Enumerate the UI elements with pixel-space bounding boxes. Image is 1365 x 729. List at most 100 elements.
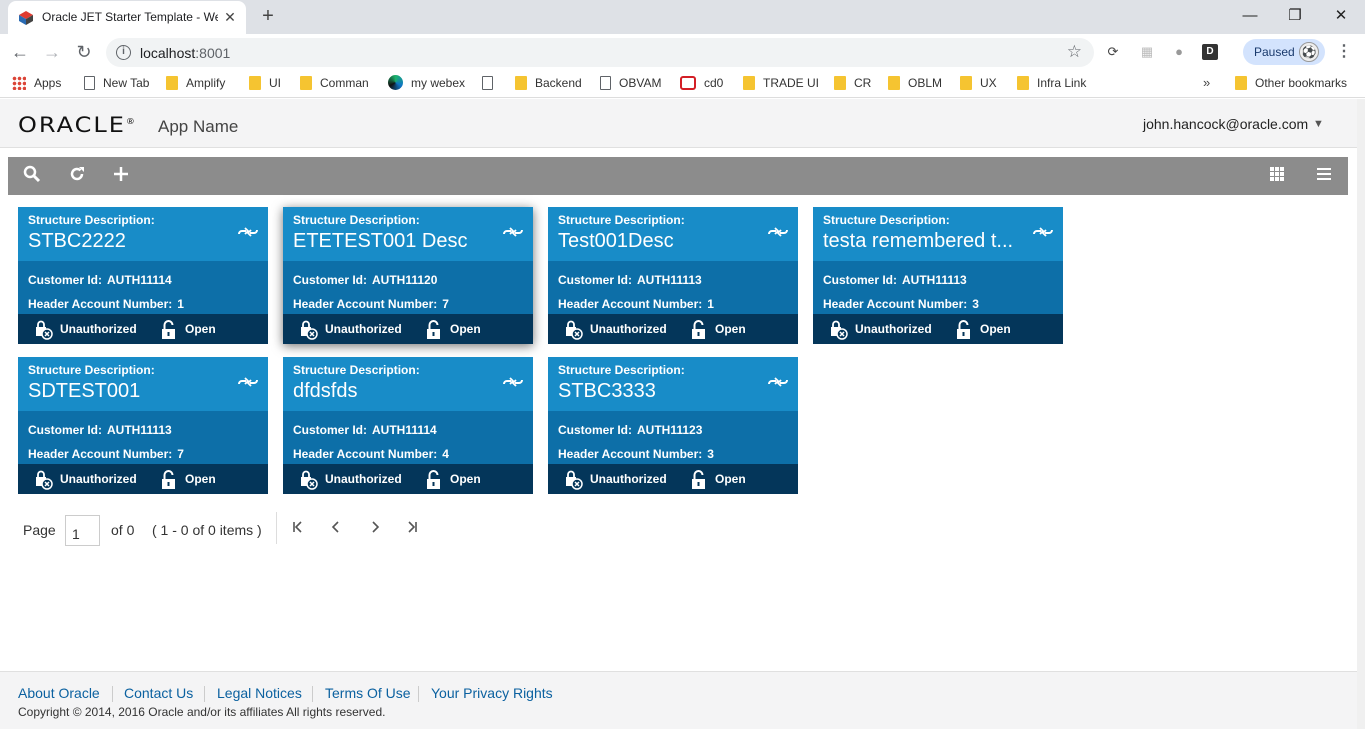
bookmark-item[interactable]: my webex [388, 75, 465, 93]
forward-button[interactable]: → [41, 42, 63, 62]
unlock-icon [955, 320, 975, 340]
browser-tab[interactable]: Oracle JET Starter Template - Web ✕ [8, 1, 246, 34]
structure-card[interactable]: Structure Description: STBC3333 Customer I… [548, 357, 798, 494]
bookmark-label: my webex [411, 75, 466, 90]
bookmark-item[interactable]: Infra Link [1017, 75, 1086, 93]
link-icon[interactable] [236, 375, 260, 389]
link-icon[interactable] [501, 225, 525, 239]
prev-page-icon[interactable] [328, 520, 344, 538]
structure-card[interactable]: Structure Description: SDTEST001 Customer … [18, 357, 268, 494]
browser-menu-icon[interactable]: ⋮ [1336, 42, 1352, 62]
card-label: Structure Description: [293, 363, 420, 377]
list-view-icon[interactable] [1313, 165, 1335, 187]
footer-link-about[interactable]: About Oracle [18, 685, 100, 701]
last-page-icon[interactable] [404, 520, 420, 538]
page-label: Page [23, 522, 56, 538]
customer-id-value: AUTH11114 [372, 423, 437, 437]
link-icon[interactable] [766, 375, 790, 389]
bookmark-item[interactable]: Backend [515, 75, 582, 93]
back-button[interactable]: ← [9, 42, 31, 62]
card-header: Structure Description: testa remembered t… [813, 207, 1063, 261]
page-icon [84, 75, 95, 90]
bookmark-item[interactable]: Comman [300, 75, 369, 93]
caret-down-icon[interactable]: ▼ [1313, 118, 1324, 130]
new-tab-button[interactable]: + [258, 6, 278, 26]
page-footer: About Oracle Contact Us Legal Notices Te… [0, 671, 1357, 729]
unlock-icon [160, 320, 180, 340]
card-title: ETETEST001 Desc [293, 230, 468, 252]
unauthorized-lock-icon [298, 470, 318, 490]
bookmark-item[interactable]: New Tab [84, 75, 149, 93]
link-icon[interactable] [766, 225, 790, 239]
footer-link-privacy[interactable]: Your Privacy Rights [431, 685, 553, 701]
bookmarks-bar: » Other bookmarks Apps New Tab Amplify UI Co… [0, 70, 1365, 98]
restore-button[interactable]: ❐ [1285, 6, 1305, 26]
card-state: Open [715, 472, 746, 486]
account-number-row: Header Account Number: 3 [558, 447, 714, 461]
structure-card[interactable]: Structure Description: testa remembered t… [813, 207, 1063, 344]
bookmark-item[interactable] [482, 75, 501, 93]
site-info-icon[interactable]: i [116, 45, 131, 60]
structure-card[interactable]: Structure Description: Test001Desc Custome… [548, 207, 798, 344]
grid-view-icon[interactable] [1266, 165, 1288, 187]
link-icon[interactable] [501, 375, 525, 389]
bookmark-item[interactable]: CR [834, 75, 871, 93]
card-label: Structure Description: [293, 213, 420, 227]
card-status: Unauthorized [60, 322, 137, 336]
extension-grid-icon[interactable]: ▦ [1139, 44, 1155, 60]
unlock-icon [425, 320, 445, 340]
bookmarks-more-icon[interactable]: » [1203, 75, 1210, 90]
minimize-button[interactable]: — [1240, 6, 1260, 26]
bookmark-item[interactable]: Amplify [166, 75, 225, 93]
card-title: Test001Desc [558, 230, 674, 252]
reload-button[interactable]: ↻ [73, 42, 95, 62]
footer-link-legal[interactable]: Legal Notices [217, 685, 302, 701]
card-body: Customer Id: AUTH11114 Header Account Numb… [18, 261, 268, 314]
bookmark-item[interactable]: TRADE UI [743, 75, 819, 93]
bookmark-item[interactable]: cd0 [680, 75, 723, 93]
page-input[interactable] [65, 515, 100, 546]
bookmark-label: OBLM [908, 75, 943, 90]
structure-card[interactable]: Structure Description: dfdsfds Customer Id… [283, 357, 533, 494]
search-icon[interactable] [21, 165, 43, 187]
bookmark-item[interactable]: UX [960, 75, 997, 93]
account-number-value: 4 [442, 447, 449, 461]
refresh-icon[interactable] [66, 165, 88, 187]
footer-link-contact[interactable]: Contact Us [124, 685, 193, 701]
user-menu[interactable]: john.hancock@oracle.com [1143, 116, 1308, 132]
page-scrollbar[interactable] [1357, 99, 1365, 729]
url-text[interactable]: localhost:8001 [140, 45, 230, 61]
bookmark-item[interactable]: OBVAM [600, 75, 661, 93]
pager-divider [276, 512, 277, 544]
structure-card[interactable]: Structure Description: ETETEST001 Desc Cus… [283, 207, 533, 344]
footer-link-terms[interactable]: Terms Of Use [325, 685, 411, 701]
footer-divider [204, 686, 205, 702]
sync-icon[interactable]: ⟳ [1105, 44, 1121, 60]
first-page-icon[interactable] [290, 520, 306, 538]
customer-id-row: Customer Id: AUTH11114 [28, 273, 172, 287]
bookmark-item[interactable]: UI [249, 75, 281, 93]
card-status: Unauthorized [590, 472, 667, 486]
unauthorized-lock-icon [298, 320, 318, 340]
browser-toolbar: ← → ↻ i localhost:8001 ☆ ⟳ ▦ ● D Paused … [0, 34, 1365, 70]
bookmark-other[interactable]: Other bookmarks [1235, 75, 1347, 93]
structure-card[interactable]: Structure Description: STBC2222 Customer I… [18, 207, 268, 344]
bookmark-item[interactable]: Apps [12, 75, 61, 93]
extension-circle-icon[interactable]: ● [1171, 44, 1187, 60]
extension-d-icon[interactable]: D [1202, 44, 1218, 60]
webex-icon [388, 75, 403, 91]
window-close-button[interactable]: ✕ [1331, 6, 1351, 26]
link-icon[interactable] [236, 225, 260, 239]
folder-icon [834, 75, 846, 90]
bookmark-star-icon[interactable]: ☆ [1067, 42, 1082, 62]
add-icon[interactable] [110, 165, 132, 187]
folder-icon [515, 75, 527, 90]
card-grid: Structure Description: STBC2222 Customer I… [18, 207, 1078, 497]
next-page-icon[interactable] [367, 520, 383, 538]
link-icon[interactable] [1031, 225, 1055, 239]
profile-button[interactable]: Paused ⚽ [1243, 39, 1325, 65]
customer-id-value: AUTH11114 [107, 273, 172, 287]
bookmark-item[interactable]: OBLM [888, 75, 942, 93]
tab-close-icon[interactable]: ✕ [222, 9, 238, 25]
address-bar[interactable]: i localhost:8001 ☆ [106, 38, 1094, 67]
